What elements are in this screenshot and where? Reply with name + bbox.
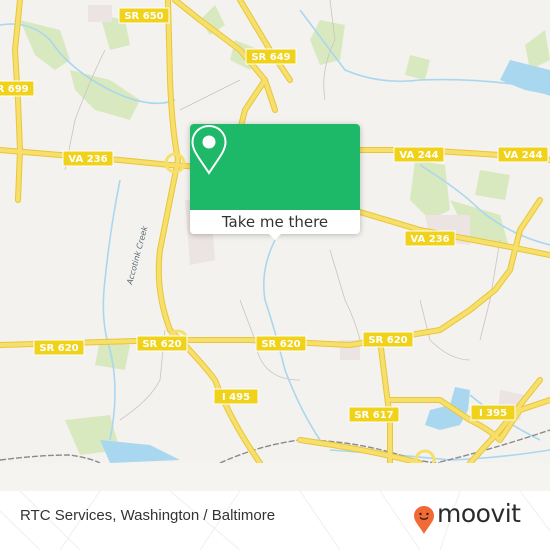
svg-text:VA 236: VA 236	[68, 154, 107, 165]
moovit-wordmark: moovit	[437, 499, 521, 528]
svg-text:SR 699: SR 699	[0, 84, 29, 95]
shield-sr620-c: SR 620	[255, 335, 307, 352]
popup-header	[190, 124, 360, 210]
location-popup: Take me there	[190, 124, 360, 240]
shield-sr620-d: SR 620	[362, 331, 414, 348]
shield-va244-b: VA 244	[497, 146, 549, 163]
place-title: RTC Services, Washington / Baltimore	[20, 507, 276, 524]
shield-sr620-b: SR 620	[136, 335, 188, 352]
svg-text:SR 649: SR 649	[251, 52, 290, 63]
svg-text:I 395: I 395	[479, 408, 507, 419]
map-pin-icon	[191, 124, 227, 175]
popup-pointer	[267, 232, 283, 240]
map-view[interactable]: Accotink Creek SR 650 SR 649 SR 699 VA 2…	[0, 0, 550, 463]
shield-va236-east: VA 236	[404, 230, 456, 247]
water-bodies	[100, 60, 550, 463]
svg-text:SR 620: SR 620	[39, 343, 78, 354]
shield-sr649: SR 649	[245, 48, 297, 65]
svg-text:SR 650: SR 650	[124, 11, 163, 22]
moovit-pin-face-icon	[414, 506, 434, 534]
shield-sr650: SR 650	[118, 7, 170, 24]
shield-i495: I 495	[213, 388, 259, 405]
shield-i395: I 395	[470, 404, 516, 421]
footer-bar: RTC Services, Washington / Baltimore moo…	[0, 491, 550, 550]
svg-text:SR 620: SR 620	[368, 335, 407, 346]
shield-sr699: SR 699	[0, 80, 35, 97]
svg-text:VA 236: VA 236	[410, 234, 449, 245]
svg-text:SR 620: SR 620	[142, 339, 181, 350]
shield-va236-west: VA 236	[62, 150, 114, 167]
shield-va244-a: VA 244	[393, 146, 445, 163]
shield-sr617: SR 617	[348, 406, 400, 423]
shield-sr620-a: SR 620	[33, 339, 85, 356]
svg-text:SR 617: SR 617	[354, 410, 393, 421]
take-me-there-button[interactable]: Take me there	[190, 210, 360, 234]
water-label: Accotink Creek	[125, 225, 150, 287]
svg-text:I 495: I 495	[222, 392, 250, 403]
svg-text:VA 244: VA 244	[399, 150, 438, 161]
svg-text:SR 620: SR 620	[261, 339, 300, 350]
svg-text:VA 244: VA 244	[503, 150, 542, 161]
